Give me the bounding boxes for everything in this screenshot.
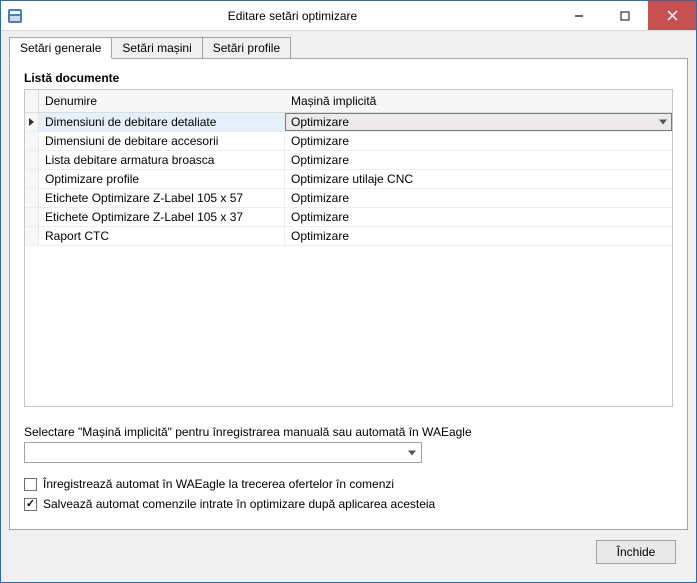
- close-button[interactable]: [648, 1, 696, 30]
- default-machine-combo[interactable]: [24, 442, 422, 463]
- cell-name[interactable]: Etichete Optimizare Z-Label 105 x 37: [39, 208, 285, 226]
- cell-name[interactable]: Etichete Optimizare Z-Label 105 x 57: [39, 189, 285, 207]
- table-row[interactable]: Lista debitare armatura broascaOptimizar…: [25, 151, 672, 170]
- table-row[interactable]: Etichete Optimizare Z-Label 105 x 37Opti…: [25, 208, 672, 227]
- cell-machine[interactable]: Optimizare: [285, 227, 672, 245]
- dialog-window: Editare setări optimizare Setări general…: [0, 0, 697, 583]
- grid-body: Dimensiuni de debitare detaliateOptimiza…: [25, 113, 672, 406]
- row-indicator-icon: [25, 151, 39, 169]
- lower-area: Selectare "Mașină implicită" pentru înre…: [24, 425, 673, 511]
- cell-machine[interactable]: Optimizare: [285, 151, 672, 169]
- tab-profiles[interactable]: Setări profile: [202, 37, 291, 59]
- tab-strip: Setări generale Setări mașini Setări pro…: [9, 37, 688, 59]
- cell-name[interactable]: Dimensiuni de debitare detaliate: [39, 113, 285, 131]
- row-indicator-icon: [25, 227, 39, 245]
- cell-machine[interactable]: Optimizare: [285, 132, 672, 150]
- row-indicator-icon: [25, 132, 39, 150]
- titlebar: Editare setări optimizare: [1, 1, 696, 31]
- minimize-button[interactable]: [556, 1, 602, 30]
- row-indicator-icon: [25, 208, 39, 226]
- row-indicator-icon: [25, 189, 39, 207]
- cell-name[interactable]: Optimizare profile: [39, 170, 285, 188]
- app-icon: [1, 8, 29, 24]
- footer: Închide: [9, 530, 688, 574]
- content-area: Setări generale Setări mașini Setări pro…: [1, 31, 696, 582]
- grid-header: Denumire Mașină implicită: [25, 90, 672, 113]
- tab-machines[interactable]: Setări mașini: [111, 37, 202, 59]
- tab-general[interactable]: Setări generale: [9, 37, 112, 59]
- checkbox-row-2: Salvează automat comenzile intrate în op…: [24, 497, 673, 511]
- row-indicator-icon: [25, 113, 39, 131]
- tab-panel-general: Listă documente Denumire Mașină implicit…: [9, 58, 688, 530]
- table-row[interactable]: Dimensiuni de debitare detaliateOptimiza…: [25, 113, 672, 132]
- maximize-button[interactable]: [602, 1, 648, 30]
- cell-name[interactable]: Lista debitare armatura broasca: [39, 151, 285, 169]
- auto-save-checkbox[interactable]: [24, 498, 37, 511]
- table-row[interactable]: Dimensiuni de debitare accesoriiOptimiza…: [25, 132, 672, 151]
- cell-name[interactable]: Raport CTC: [39, 227, 285, 245]
- col-header-name[interactable]: Denumire: [39, 90, 285, 112]
- table-row[interactable]: Etichete Optimizare Z-Label 105 x 57Opti…: [25, 189, 672, 208]
- list-title: Listă documente: [24, 71, 673, 85]
- checkbox-row-1: Înregistrează automat în WAEagle la trec…: [24, 477, 673, 491]
- chevron-down-icon: [659, 120, 667, 125]
- grid-indicator-col: [25, 90, 39, 112]
- cell-name[interactable]: Dimensiuni de debitare accesorii: [39, 132, 285, 150]
- window-controls: [556, 1, 696, 30]
- chevron-down-icon: [408, 450, 416, 455]
- documents-grid[interactable]: Denumire Mașină implicită Dimensiuni de …: [24, 89, 673, 407]
- cell-machine[interactable]: Optimizare: [285, 113, 672, 131]
- window-title: Editare setări optimizare: [29, 9, 556, 23]
- cell-machine[interactable]: Optimizare: [285, 208, 672, 226]
- row-indicator-icon: [25, 170, 39, 188]
- auto-register-label: Înregistrează automat în WAEagle la trec…: [43, 477, 394, 491]
- auto-register-checkbox[interactable]: [24, 478, 37, 491]
- cell-machine[interactable]: Optimizare: [285, 189, 672, 207]
- col-header-machine[interactable]: Mașină implicită: [285, 90, 672, 112]
- table-row[interactable]: Optimizare profileOptimizare utilaje CNC: [25, 170, 672, 189]
- combo-hint: Selectare "Mașină implicită" pentru înre…: [24, 425, 673, 439]
- table-row[interactable]: Raport CTCOptimizare: [25, 227, 672, 246]
- close-dialog-button[interactable]: Închide: [596, 540, 676, 564]
- cell-machine[interactable]: Optimizare utilaje CNC: [285, 170, 672, 188]
- auto-save-label: Salvează automat comenzile intrate în op…: [43, 497, 435, 511]
